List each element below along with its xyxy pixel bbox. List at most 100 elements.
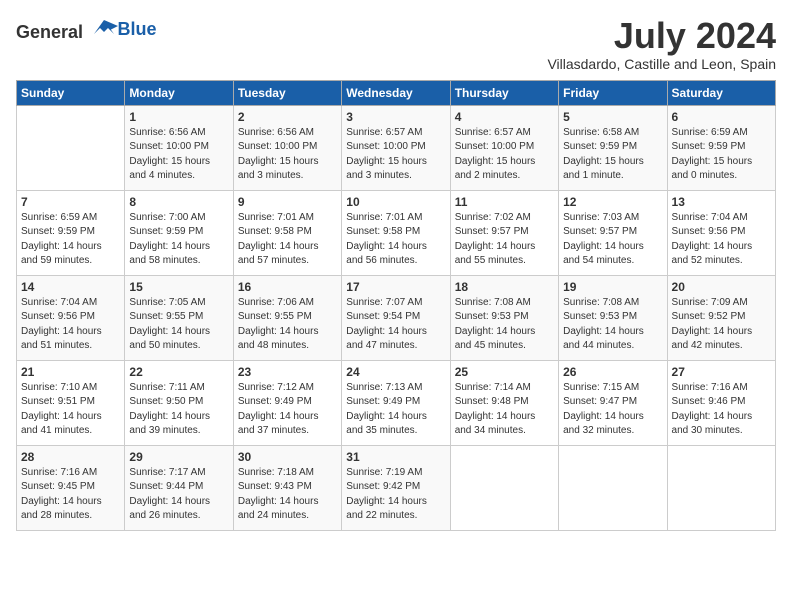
cell-details: Sunrise: 7:04 AMSunset: 9:56 PMDaylight:… [21,296,120,354]
cell-details: Sunrise: 6:59 AMSunset: 9:59 PMDaylight:… [672,126,771,184]
calendar-cell: 20 Sunrise: 7:09 AMSunset: 9:52 PMDaylig… [667,275,775,360]
month-title: July 2024 [547,16,776,56]
cell-details: Sunrise: 7:18 AMSunset: 9:43 PMDaylight:… [238,466,337,524]
cell-details: Sunrise: 6:56 AMSunset: 10:00 PMDaylight… [129,126,228,184]
logo-bird-icon [90,16,118,38]
calendar-cell: 18 Sunrise: 7:08 AMSunset: 9:53 PMDaylig… [450,275,558,360]
calendar-cell: 23 Sunrise: 7:12 AMSunset: 9:49 PMDaylig… [233,360,341,445]
day-number: 22 [129,365,228,379]
calendar-cell: 26 Sunrise: 7:15 AMSunset: 9:47 PMDaylig… [559,360,667,445]
cell-details: Sunrise: 7:04 AMSunset: 9:56 PMDaylight:… [672,211,771,269]
header-saturday: Saturday [667,80,775,105]
cell-details: Sunrise: 7:10 AMSunset: 9:51 PMDaylight:… [21,381,120,439]
header-friday: Friday [559,80,667,105]
header-tuesday: Tuesday [233,80,341,105]
day-number: 25 [455,365,554,379]
day-number: 26 [563,365,662,379]
calendar-cell: 28 Sunrise: 7:16 AMSunset: 9:45 PMDaylig… [17,445,125,530]
header-thursday: Thursday [450,80,558,105]
cell-details: Sunrise: 6:57 AMSunset: 10:00 PMDaylight… [455,126,554,184]
day-number: 27 [672,365,771,379]
day-number: 13 [672,195,771,209]
calendar-cell [17,105,125,190]
calendar-cell: 12 Sunrise: 7:03 AMSunset: 9:57 PMDaylig… [559,190,667,275]
calendar-cell: 15 Sunrise: 7:05 AMSunset: 9:55 PMDaylig… [125,275,233,360]
calendar-cell: 5 Sunrise: 6:58 AMSunset: 9:59 PMDayligh… [559,105,667,190]
calendar-cell: 1 Sunrise: 6:56 AMSunset: 10:00 PMDaylig… [125,105,233,190]
day-number: 14 [21,280,120,294]
cell-details: Sunrise: 7:09 AMSunset: 9:52 PMDaylight:… [672,296,771,354]
day-number: 15 [129,280,228,294]
day-number: 29 [129,450,228,464]
day-number: 12 [563,195,662,209]
calendar-cell: 24 Sunrise: 7:13 AMSunset: 9:49 PMDaylig… [342,360,450,445]
day-number: 9 [238,195,337,209]
calendar-cell: 10 Sunrise: 7:01 AMSunset: 9:58 PMDaylig… [342,190,450,275]
calendar-cell: 7 Sunrise: 6:59 AMSunset: 9:59 PMDayligh… [17,190,125,275]
cell-details: Sunrise: 7:12 AMSunset: 9:49 PMDaylight:… [238,381,337,439]
calendar-week-row: 28 Sunrise: 7:16 AMSunset: 9:45 PMDaylig… [17,445,776,530]
day-number: 19 [563,280,662,294]
header-monday: Monday [125,80,233,105]
day-number: 17 [346,280,445,294]
day-number: 2 [238,110,337,124]
calendar-cell: 27 Sunrise: 7:16 AMSunset: 9:46 PMDaylig… [667,360,775,445]
cell-details: Sunrise: 6:58 AMSunset: 9:59 PMDaylight:… [563,126,662,184]
calendar-cell: 8 Sunrise: 7:00 AMSunset: 9:59 PMDayligh… [125,190,233,275]
day-number: 11 [455,195,554,209]
calendar-cell: 30 Sunrise: 7:18 AMSunset: 9:43 PMDaylig… [233,445,341,530]
cell-details: Sunrise: 7:01 AMSunset: 9:58 PMDaylight:… [238,211,337,269]
cell-details: Sunrise: 7:00 AMSunset: 9:59 PMDaylight:… [129,211,228,269]
day-number: 8 [129,195,228,209]
calendar-header-row: Sunday Monday Tuesday Wednesday Thursday… [17,80,776,105]
calendar-week-row: 1 Sunrise: 6:56 AMSunset: 10:00 PMDaylig… [17,105,776,190]
calendar-cell: 31 Sunrise: 7:19 AMSunset: 9:42 PMDaylig… [342,445,450,530]
calendar-cell: 9 Sunrise: 7:01 AMSunset: 9:58 PMDayligh… [233,190,341,275]
calendar-cell: 29 Sunrise: 7:17 AMSunset: 9:44 PMDaylig… [125,445,233,530]
calendar-cell [559,445,667,530]
cell-details: Sunrise: 6:59 AMSunset: 9:59 PMDaylight:… [21,211,120,269]
day-number: 23 [238,365,337,379]
location-title: Villasdardo, Castille and Leon, Spain [547,56,776,72]
day-number: 5 [563,110,662,124]
cell-details: Sunrise: 7:03 AMSunset: 9:57 PMDaylight:… [563,211,662,269]
calendar-week-row: 21 Sunrise: 7:10 AMSunset: 9:51 PMDaylig… [17,360,776,445]
header-sunday: Sunday [17,80,125,105]
day-number: 31 [346,450,445,464]
day-number: 20 [672,280,771,294]
day-number: 21 [21,365,120,379]
day-number: 7 [21,195,120,209]
calendar-week-row: 14 Sunrise: 7:04 AMSunset: 9:56 PMDaylig… [17,275,776,360]
calendar-cell: 2 Sunrise: 6:56 AMSunset: 10:00 PMDaylig… [233,105,341,190]
day-number: 6 [672,110,771,124]
day-number: 28 [21,450,120,464]
calendar-cell: 11 Sunrise: 7:02 AMSunset: 9:57 PMDaylig… [450,190,558,275]
calendar-week-row: 7 Sunrise: 6:59 AMSunset: 9:59 PMDayligh… [17,190,776,275]
cell-details: Sunrise: 7:14 AMSunset: 9:48 PMDaylight:… [455,381,554,439]
day-number: 18 [455,280,554,294]
cell-details: Sunrise: 7:15 AMSunset: 9:47 PMDaylight:… [563,381,662,439]
day-number: 3 [346,110,445,124]
calendar-cell: 21 Sunrise: 7:10 AMSunset: 9:51 PMDaylig… [17,360,125,445]
cell-details: Sunrise: 6:56 AMSunset: 10:00 PMDaylight… [238,126,337,184]
day-number: 16 [238,280,337,294]
calendar-cell: 16 Sunrise: 7:06 AMSunset: 9:55 PMDaylig… [233,275,341,360]
day-number: 1 [129,110,228,124]
cell-details: Sunrise: 7:19 AMSunset: 9:42 PMDaylight:… [346,466,445,524]
cell-details: Sunrise: 7:06 AMSunset: 9:55 PMDaylight:… [238,296,337,354]
header-wednesday: Wednesday [342,80,450,105]
cell-details: Sunrise: 7:17 AMSunset: 9:44 PMDaylight:… [129,466,228,524]
cell-details: Sunrise: 7:08 AMSunset: 9:53 PMDaylight:… [455,296,554,354]
cell-details: Sunrise: 7:11 AMSunset: 9:50 PMDaylight:… [129,381,228,439]
calendar-cell: 4 Sunrise: 6:57 AMSunset: 10:00 PMDaylig… [450,105,558,190]
calendar-cell: 25 Sunrise: 7:14 AMSunset: 9:48 PMDaylig… [450,360,558,445]
header: General Blue July 2024 Villasdardo, Cast… [16,16,776,72]
cell-details: Sunrise: 7:13 AMSunset: 9:49 PMDaylight:… [346,381,445,439]
calendar-cell: 3 Sunrise: 6:57 AMSunset: 10:00 PMDaylig… [342,105,450,190]
calendar-cell [667,445,775,530]
calendar-cell: 14 Sunrise: 7:04 AMSunset: 9:56 PMDaylig… [17,275,125,360]
calendar-cell: 6 Sunrise: 6:59 AMSunset: 9:59 PMDayligh… [667,105,775,190]
calendar-cell: 19 Sunrise: 7:08 AMSunset: 9:53 PMDaylig… [559,275,667,360]
calendar-cell [450,445,558,530]
logo-general: General [16,16,118,43]
